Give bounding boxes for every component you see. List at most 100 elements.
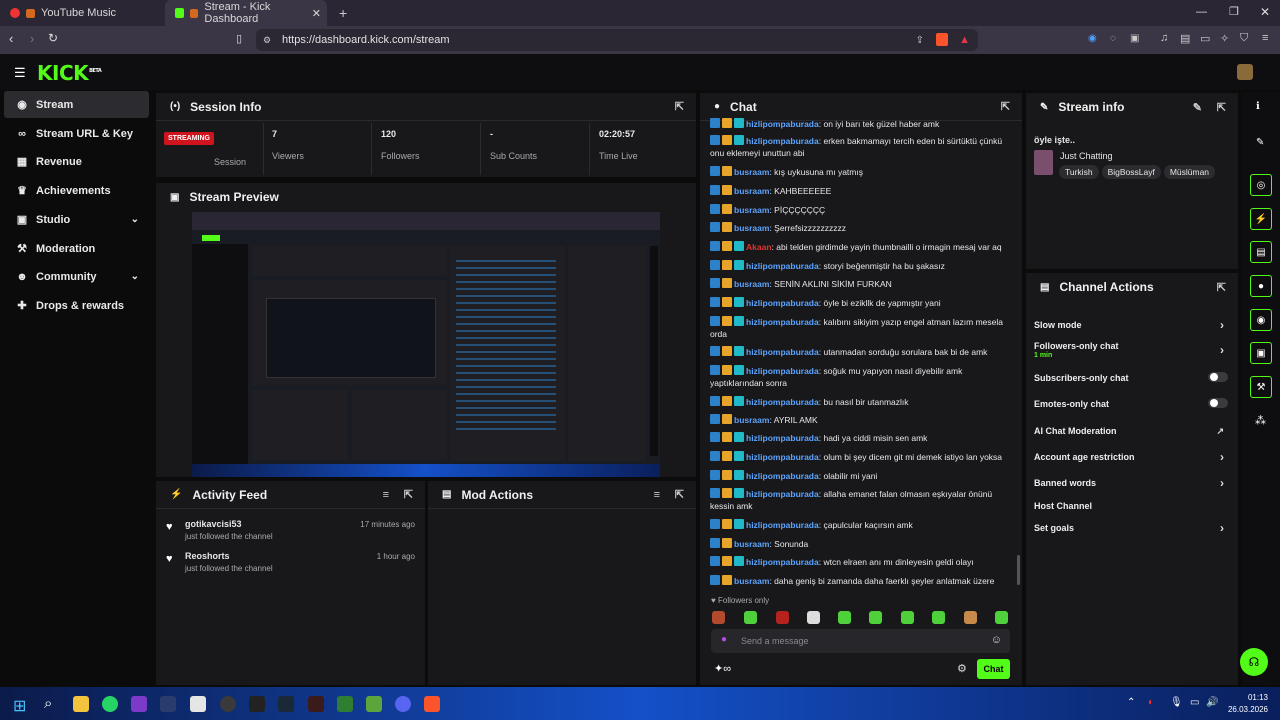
emote-icon[interactable]	[807, 611, 820, 624]
chat-username[interactable]: hizlipompaburada	[746, 397, 819, 407]
network-icon[interactable]: ▭	[1190, 697, 1199, 708]
minimize-icon[interactable]: —	[1196, 6, 1207, 18]
chat-username[interactable]: hizlipompaburada	[746, 520, 819, 530]
epic-games-icon[interactable]	[249, 696, 265, 712]
chat-username[interactable]: hizlipompaburada	[746, 471, 819, 481]
vpn-icon[interactable]: ⛉	[1240, 32, 1248, 45]
volume-icon[interactable]: 🔊	[1206, 697, 1218, 708]
edit-icon[interactable]: ✎	[1193, 101, 1202, 114]
chat-username[interactable]: busraam	[734, 415, 769, 425]
clock-date[interactable]: 26.03.2026	[1220, 705, 1268, 714]
emote-icon[interactable]	[995, 611, 1008, 624]
quick-action-broadcast-icon[interactable]: ◉	[1250, 309, 1272, 331]
emote-icon[interactable]	[932, 611, 945, 624]
kick-logo[interactable]: KICKBETA	[37, 61, 102, 85]
url-field[interactable]: ⚙ https://dashboard.kick.com/stream ⇪ ▲	[256, 29, 978, 51]
tray-chevron-icon[interactable]: ⌃	[1127, 697, 1135, 708]
popout-icon[interactable]: ⇱	[675, 488, 684, 501]
new-tab-icon[interactable]: +	[339, 5, 347, 21]
sidebar-item-drops-rewards[interactable]: ✚ Drops & rewards	[4, 292, 149, 319]
sidebar-toggle-icon[interactable]: ▤	[1180, 32, 1190, 45]
search-icon[interactable]: ⌕	[44, 695, 52, 712]
chat-username[interactable]: hizlipompaburada	[746, 557, 819, 567]
popout-icon[interactable]: ⇱	[1001, 100, 1010, 113]
info-icon[interactable]: ℹ	[1256, 101, 1260, 112]
kick-points-icon[interactable]: ✦∞	[714, 662, 731, 675]
back-icon[interactable]: ‹	[9, 31, 13, 46]
chat-username[interactable]: hizlipompaburada	[746, 136, 819, 146]
brave-browser-icon[interactable]	[424, 696, 440, 712]
send-chat-button[interactable]: Chat	[977, 659, 1010, 679]
sidebar-item-achievements[interactable]: ♛ Achievements	[4, 177, 149, 204]
menu-icon[interactable]: ≡	[1262, 32, 1268, 44]
banned-words-row[interactable]: Banned words ›	[1034, 476, 1230, 490]
hamburger-menu-icon[interactable]: ☰	[14, 65, 26, 81]
emote-icon[interactable]	[901, 611, 914, 624]
slow-mode-row[interactable]: Slow mode ›	[1034, 318, 1230, 332]
chat-username[interactable]: hizlipompaburada	[746, 489, 819, 499]
quick-action-bolt-icon[interactable]: ⚡	[1250, 208, 1272, 230]
chat-username[interactable]: hizlipompaburada	[746, 261, 819, 271]
filter-icon[interactable]: ≡	[383, 489, 389, 501]
tag[interactable]: Müslüman	[1163, 165, 1216, 179]
app-icon[interactable]	[308, 696, 324, 712]
emote-icon[interactable]	[869, 611, 882, 624]
popout-icon[interactable]: ⇱	[675, 100, 684, 113]
site-settings-icon[interactable]: ⚙	[263, 35, 271, 46]
microphone-icon[interactable]: ●	[721, 634, 727, 645]
quick-action-list-icon[interactable]: ▣	[1250, 342, 1272, 364]
stream-preview-video[interactable]	[192, 212, 660, 477]
wallet-icon[interactable]: ▭	[1200, 32, 1210, 45]
tray-microphone-icon[interactable]: 🎙	[1170, 697, 1183, 708]
steam-icon[interactable]	[278, 696, 294, 712]
chat-input[interactable]: ● Send a message ☺	[711, 629, 1010, 653]
obs-icon[interactable]	[220, 696, 236, 712]
chat-settings-icon[interactable]: ⚙	[957, 662, 967, 675]
tab-youtube-music[interactable]: YouTube Music	[0, 0, 165, 26]
chat-username[interactable]: hizlipompaburada	[746, 119, 819, 129]
emote-icon[interactable]	[964, 611, 977, 624]
tag[interactable]: BigBossLayf	[1101, 165, 1161, 179]
store-icon[interactable]	[190, 696, 206, 712]
chat-username[interactable]: hizlipompaburada	[746, 317, 819, 327]
emoji-icon[interactable]: ☺	[991, 634, 1002, 646]
sidebar-item-community[interactable]: ☻ Community ⌄	[4, 263, 149, 290]
followers-only-row[interactable]: Followers-only chat 1 min ›	[1034, 341, 1230, 359]
chat-username[interactable]: busraam	[734, 539, 769, 549]
emote-icon[interactable]	[744, 611, 757, 624]
tab-kick-dashboard[interactable]: Stream - Kick Dashboard ✕	[165, 0, 327, 26]
chat-username[interactable]: Akaan	[746, 242, 772, 252]
tray-app-icon[interactable]: ◐	[1148, 697, 1154, 708]
pencil-icon[interactable]: ✎	[1256, 137, 1264, 148]
brave-rewards-icon[interactable]: ▲	[959, 34, 970, 46]
chat-username[interactable]: hizlipompaburada	[746, 298, 819, 308]
music-icon[interactable]: ♫	[1160, 32, 1168, 44]
brave-shields-icon[interactable]	[936, 33, 948, 46]
reload-icon[interactable]: ↻	[48, 31, 58, 45]
terminal-icon[interactable]	[160, 696, 176, 712]
sidebar-item-revenue[interactable]: ▦ Revenue	[4, 148, 149, 175]
quick-action-document-icon[interactable]: ▤	[1250, 241, 1272, 263]
ai-chat-moderation-row[interactable]: AI Chat Moderation ↗	[1034, 426, 1230, 436]
host-channel-row[interactable]: Host Channel	[1034, 501, 1230, 511]
chat-username[interactable]: hizlipompaburada	[746, 347, 819, 357]
extension-icon[interactable]: ◉	[1088, 33, 1097, 44]
emote-icon[interactable]	[838, 611, 851, 624]
chat-username[interactable]: busraam	[734, 186, 769, 196]
minecraft-icon[interactable]	[366, 696, 382, 712]
quick-action-camera-icon[interactable]: ◎	[1250, 174, 1272, 196]
maximize-icon[interactable]: ❐	[1229, 5, 1239, 18]
clock-time[interactable]: 01:13	[1230, 693, 1268, 702]
chat-scrollbar[interactable]	[1017, 555, 1020, 585]
emotes-only-toggle[interactable]	[1208, 398, 1228, 408]
whatsapp-icon[interactable]	[102, 696, 118, 712]
leo-ai-icon[interactable]: ✧	[1220, 32, 1229, 45]
more-apps-icon[interactable]: ⁂	[1255, 414, 1266, 427]
file-explorer-icon[interactable]	[73, 696, 89, 712]
quick-action-wrench-icon[interactable]: ⚒	[1250, 376, 1272, 398]
avatar[interactable]	[1237, 64, 1253, 80]
chat-username[interactable]: busraam	[734, 223, 769, 233]
popout-icon[interactable]: ⇱	[1217, 281, 1226, 294]
visual-studio-icon[interactable]	[131, 696, 147, 712]
subscribers-only-toggle[interactable]	[1208, 372, 1228, 382]
